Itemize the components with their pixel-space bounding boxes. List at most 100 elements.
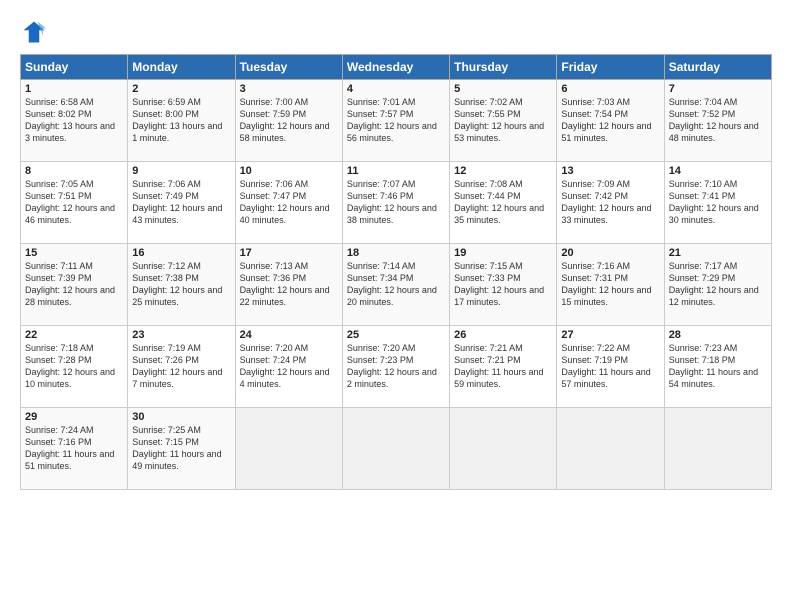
day-info: Sunrise: 7:20 AMSunset: 7:23 PMDaylight:… bbox=[347, 342, 445, 391]
calendar-day-cell: 10Sunrise: 7:06 AMSunset: 7:47 PMDayligh… bbox=[235, 162, 342, 244]
calendar-day-cell: 28Sunrise: 7:23 AMSunset: 7:18 PMDayligh… bbox=[664, 326, 771, 408]
day-number: 20 bbox=[561, 247, 659, 259]
logo bbox=[20, 18, 52, 46]
day-info: Sunrise: 6:58 AMSunset: 8:02 PMDaylight:… bbox=[25, 96, 123, 145]
day-number: 11 bbox=[347, 165, 445, 177]
calendar-day-cell: 9Sunrise: 7:06 AMSunset: 7:49 PMDaylight… bbox=[128, 162, 235, 244]
day-number: 12 bbox=[454, 165, 552, 177]
day-number: 5 bbox=[454, 83, 552, 95]
calendar-day-cell: 30Sunrise: 7:25 AMSunset: 7:15 PMDayligh… bbox=[128, 408, 235, 490]
day-number: 26 bbox=[454, 329, 552, 341]
day-info: Sunrise: 7:04 AMSunset: 7:52 PMDaylight:… bbox=[669, 96, 767, 145]
calendar-day-cell bbox=[235, 408, 342, 490]
day-number: 7 bbox=[669, 83, 767, 95]
day-number: 14 bbox=[669, 165, 767, 177]
calendar-day-cell: 2Sunrise: 6:59 AMSunset: 8:00 PMDaylight… bbox=[128, 80, 235, 162]
calendar-week-row: 29Sunrise: 7:24 AMSunset: 7:16 PMDayligh… bbox=[21, 408, 772, 490]
calendar-day-cell: 16Sunrise: 7:12 AMSunset: 7:38 PMDayligh… bbox=[128, 244, 235, 326]
day-number: 1 bbox=[25, 83, 123, 95]
day-info: Sunrise: 7:21 AMSunset: 7:21 PMDaylight:… bbox=[454, 342, 552, 391]
day-info: Sunrise: 7:05 AMSunset: 7:51 PMDaylight:… bbox=[25, 178, 123, 227]
calendar-day-cell bbox=[557, 408, 664, 490]
calendar-day-cell: 25Sunrise: 7:20 AMSunset: 7:23 PMDayligh… bbox=[342, 326, 449, 408]
calendar-header-row: SundayMondayTuesdayWednesdayThursdayFrid… bbox=[21, 55, 772, 80]
day-number: 13 bbox=[561, 165, 659, 177]
day-number: 2 bbox=[132, 83, 230, 95]
day-info: Sunrise: 7:02 AMSunset: 7:55 PMDaylight:… bbox=[454, 96, 552, 145]
weekday-header: Sunday bbox=[21, 55, 128, 80]
day-number: 23 bbox=[132, 329, 230, 341]
day-info: Sunrise: 7:19 AMSunset: 7:26 PMDaylight:… bbox=[132, 342, 230, 391]
calendar-day-cell: 29Sunrise: 7:24 AMSunset: 7:16 PMDayligh… bbox=[21, 408, 128, 490]
weekday-header: Friday bbox=[557, 55, 664, 80]
day-number: 29 bbox=[25, 411, 123, 423]
calendar-day-cell: 17Sunrise: 7:13 AMSunset: 7:36 PMDayligh… bbox=[235, 244, 342, 326]
weekday-header: Tuesday bbox=[235, 55, 342, 80]
calendar-week-row: 22Sunrise: 7:18 AMSunset: 7:28 PMDayligh… bbox=[21, 326, 772, 408]
day-info: Sunrise: 7:13 AMSunset: 7:36 PMDaylight:… bbox=[240, 260, 338, 309]
weekday-header: Monday bbox=[128, 55, 235, 80]
day-info: Sunrise: 7:16 AMSunset: 7:31 PMDaylight:… bbox=[561, 260, 659, 309]
day-info: Sunrise: 7:17 AMSunset: 7:29 PMDaylight:… bbox=[669, 260, 767, 309]
calendar-day-cell: 18Sunrise: 7:14 AMSunset: 7:34 PMDayligh… bbox=[342, 244, 449, 326]
day-number: 9 bbox=[132, 165, 230, 177]
calendar-day-cell: 8Sunrise: 7:05 AMSunset: 7:51 PMDaylight… bbox=[21, 162, 128, 244]
calendar-day-cell: 15Sunrise: 7:11 AMSunset: 7:39 PMDayligh… bbox=[21, 244, 128, 326]
calendar-day-cell: 6Sunrise: 7:03 AMSunset: 7:54 PMDaylight… bbox=[557, 80, 664, 162]
calendar-day-cell: 12Sunrise: 7:08 AMSunset: 7:44 PMDayligh… bbox=[450, 162, 557, 244]
day-info: Sunrise: 7:09 AMSunset: 7:42 PMDaylight:… bbox=[561, 178, 659, 227]
day-number: 4 bbox=[347, 83, 445, 95]
day-info: Sunrise: 7:01 AMSunset: 7:57 PMDaylight:… bbox=[347, 96, 445, 145]
weekday-header: Saturday bbox=[664, 55, 771, 80]
day-info: Sunrise: 7:03 AMSunset: 7:54 PMDaylight:… bbox=[561, 96, 659, 145]
calendar-week-row: 15Sunrise: 7:11 AMSunset: 7:39 PMDayligh… bbox=[21, 244, 772, 326]
calendar-day-cell: 1Sunrise: 6:58 AMSunset: 8:02 PMDaylight… bbox=[21, 80, 128, 162]
day-info: Sunrise: 7:00 AMSunset: 7:59 PMDaylight:… bbox=[240, 96, 338, 145]
day-info: Sunrise: 7:22 AMSunset: 7:19 PMDaylight:… bbox=[561, 342, 659, 391]
day-info: Sunrise: 7:25 AMSunset: 7:15 PMDaylight:… bbox=[132, 424, 230, 473]
day-info: Sunrise: 7:12 AMSunset: 7:38 PMDaylight:… bbox=[132, 260, 230, 309]
day-info: Sunrise: 7:08 AMSunset: 7:44 PMDaylight:… bbox=[454, 178, 552, 227]
day-number: 15 bbox=[25, 247, 123, 259]
calendar-day-cell: 21Sunrise: 7:17 AMSunset: 7:29 PMDayligh… bbox=[664, 244, 771, 326]
calendar-day-cell: 24Sunrise: 7:20 AMSunset: 7:24 PMDayligh… bbox=[235, 326, 342, 408]
calendar-day-cell bbox=[450, 408, 557, 490]
calendar-day-cell: 14Sunrise: 7:10 AMSunset: 7:41 PMDayligh… bbox=[664, 162, 771, 244]
page-header bbox=[20, 18, 772, 46]
day-number: 22 bbox=[25, 329, 123, 341]
calendar-day-cell: 5Sunrise: 7:02 AMSunset: 7:55 PMDaylight… bbox=[450, 80, 557, 162]
calendar-week-row: 1Sunrise: 6:58 AMSunset: 8:02 PMDaylight… bbox=[21, 80, 772, 162]
day-number: 19 bbox=[454, 247, 552, 259]
day-info: Sunrise: 7:06 AMSunset: 7:49 PMDaylight:… bbox=[132, 178, 230, 227]
day-number: 25 bbox=[347, 329, 445, 341]
calendar-day-cell: 7Sunrise: 7:04 AMSunset: 7:52 PMDaylight… bbox=[664, 80, 771, 162]
day-info: Sunrise: 7:24 AMSunset: 7:16 PMDaylight:… bbox=[25, 424, 123, 473]
day-info: Sunrise: 6:59 AMSunset: 8:00 PMDaylight:… bbox=[132, 96, 230, 145]
calendar-day-cell: 4Sunrise: 7:01 AMSunset: 7:57 PMDaylight… bbox=[342, 80, 449, 162]
day-number: 6 bbox=[561, 83, 659, 95]
calendar-day-cell: 23Sunrise: 7:19 AMSunset: 7:26 PMDayligh… bbox=[128, 326, 235, 408]
day-number: 3 bbox=[240, 83, 338, 95]
day-info: Sunrise: 7:10 AMSunset: 7:41 PMDaylight:… bbox=[669, 178, 767, 227]
calendar-table: SundayMondayTuesdayWednesdayThursdayFrid… bbox=[20, 54, 772, 490]
calendar-day-cell: 26Sunrise: 7:21 AMSunset: 7:21 PMDayligh… bbox=[450, 326, 557, 408]
calendar-day-cell bbox=[664, 408, 771, 490]
weekday-header: Wednesday bbox=[342, 55, 449, 80]
day-number: 24 bbox=[240, 329, 338, 341]
day-number: 28 bbox=[669, 329, 767, 341]
weekday-header: Thursday bbox=[450, 55, 557, 80]
calendar-week-row: 8Sunrise: 7:05 AMSunset: 7:51 PMDaylight… bbox=[21, 162, 772, 244]
calendar-day-cell bbox=[342, 408, 449, 490]
day-number: 8 bbox=[25, 165, 123, 177]
day-number: 10 bbox=[240, 165, 338, 177]
day-info: Sunrise: 7:07 AMSunset: 7:46 PMDaylight:… bbox=[347, 178, 445, 227]
logo-icon bbox=[20, 18, 48, 46]
day-number: 30 bbox=[132, 411, 230, 423]
day-info: Sunrise: 7:23 AMSunset: 7:18 PMDaylight:… bbox=[669, 342, 767, 391]
calendar-day-cell: 19Sunrise: 7:15 AMSunset: 7:33 PMDayligh… bbox=[450, 244, 557, 326]
calendar-day-cell: 20Sunrise: 7:16 AMSunset: 7:31 PMDayligh… bbox=[557, 244, 664, 326]
calendar-day-cell: 22Sunrise: 7:18 AMSunset: 7:28 PMDayligh… bbox=[21, 326, 128, 408]
day-info: Sunrise: 7:15 AMSunset: 7:33 PMDaylight:… bbox=[454, 260, 552, 309]
day-info: Sunrise: 7:18 AMSunset: 7:28 PMDaylight:… bbox=[25, 342, 123, 391]
day-info: Sunrise: 7:14 AMSunset: 7:34 PMDaylight:… bbox=[347, 260, 445, 309]
